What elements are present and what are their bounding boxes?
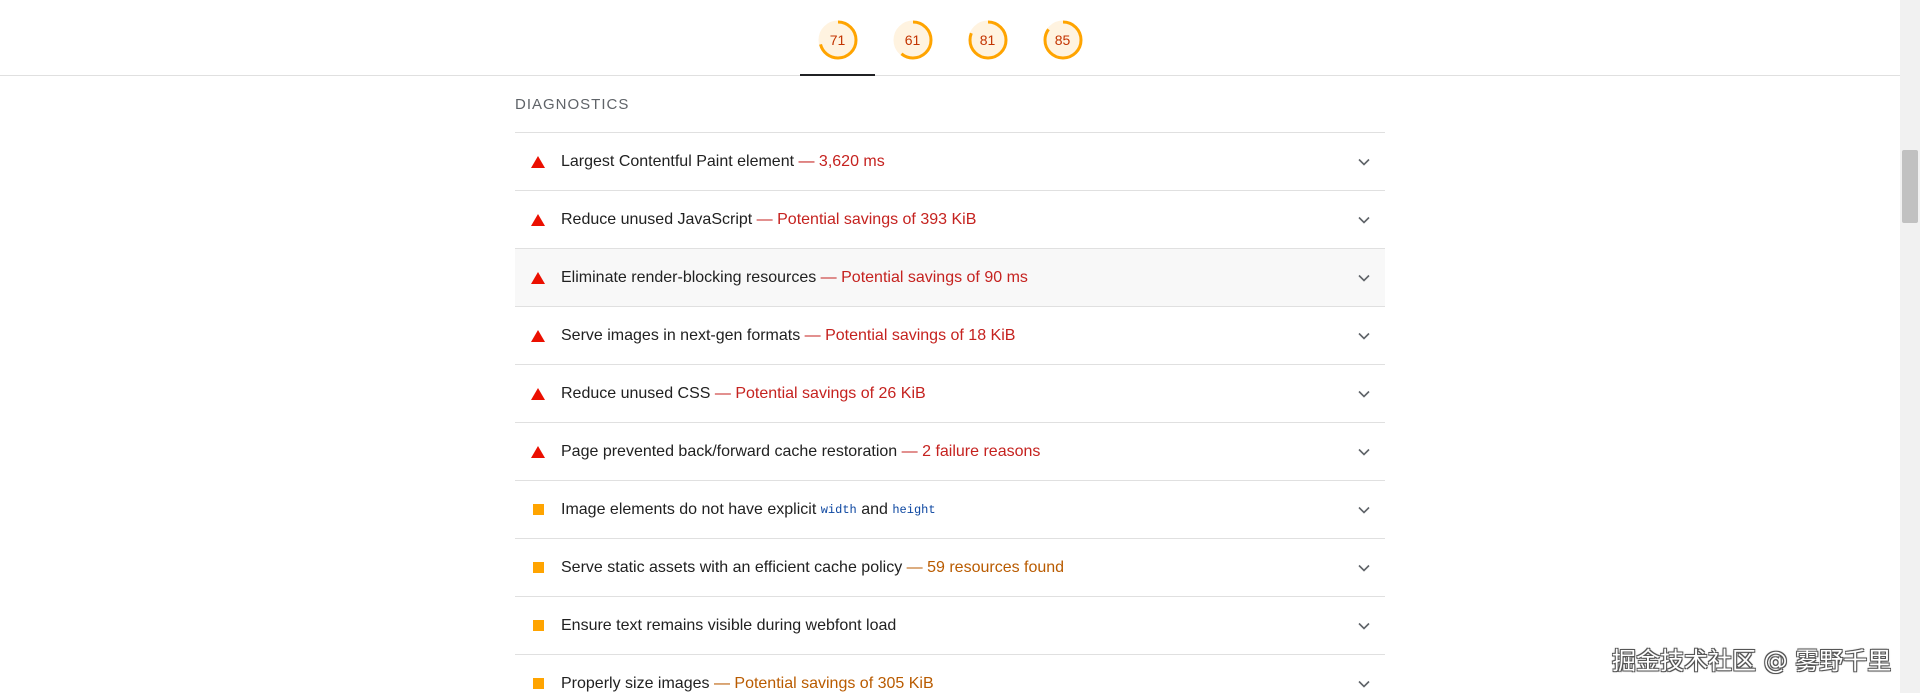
chevron-down-icon[interactable] bbox=[1357, 677, 1371, 691]
code-height: height bbox=[892, 502, 936, 517]
chevron-down-icon[interactable] bbox=[1357, 213, 1371, 227]
warning-triangle-icon bbox=[531, 445, 545, 459]
audit-title: Serve static assets with an efficient ca… bbox=[561, 558, 903, 576]
score-header: 71 61 81 85 bbox=[0, 0, 1900, 76]
audit-separator: — bbox=[897, 442, 923, 460]
warning-triangle-icon bbox=[531, 213, 545, 227]
watermark: 掘金技术社区 @ 雾野千里 bbox=[1612, 647, 1892, 675]
audit-item-cache-policy[interactable]: Serve static assets with an efficient ca… bbox=[515, 539, 1385, 597]
warning-triangle-icon bbox=[531, 155, 545, 169]
score-tab-2[interactable]: 61 bbox=[875, 0, 950, 75]
code-width: width bbox=[820, 502, 857, 517]
audit-title: Serve images in next-gen formats bbox=[561, 326, 801, 344]
score-value: 85 bbox=[1054, 32, 1071, 48]
audit-title: Properly size images bbox=[561, 674, 710, 692]
chevron-down-icon[interactable] bbox=[1357, 619, 1371, 633]
audit-item-font-display[interactable]: Ensure text remains visible during webfo… bbox=[515, 597, 1385, 655]
score-gauge: 81 bbox=[967, 19, 1009, 61]
scrollbar-thumb[interactable] bbox=[1902, 150, 1918, 223]
audit-item-unused-javascript[interactable]: Reduce unused JavaScript — Potential sav… bbox=[515, 191, 1385, 249]
audit-separator: — bbox=[752, 210, 778, 228]
average-square-icon bbox=[531, 677, 545, 691]
audit-title: Largest Contentful Paint element bbox=[561, 152, 795, 170]
audit-detail: 3,620 ms bbox=[818, 152, 885, 170]
score-gauges: 71 61 81 85 bbox=[800, 0, 1100, 76]
warning-triangle-icon bbox=[531, 329, 545, 343]
chevron-down-icon[interactable] bbox=[1357, 561, 1371, 575]
score-gauge: 61 bbox=[892, 19, 934, 61]
chevron-down-icon[interactable] bbox=[1357, 271, 1371, 285]
section-title: DIAGNOSTICS bbox=[515, 76, 1385, 133]
audit-detail: Potential savings of 26 KiB bbox=[735, 384, 926, 402]
warning-triangle-icon bbox=[531, 271, 545, 285]
audit-separator: — bbox=[800, 326, 826, 344]
chevron-down-icon[interactable] bbox=[1357, 387, 1371, 401]
audit-detail: Potential savings of 305 KiB bbox=[734, 674, 934, 692]
average-square-icon bbox=[531, 619, 545, 633]
page-scrollbar[interactable] bbox=[1900, 0, 1920, 693]
audit-item-bfcache[interactable]: Page prevented back/forward cache restor… bbox=[515, 423, 1385, 481]
average-square-icon bbox=[531, 503, 545, 517]
audit-detail: Potential savings of 90 ms bbox=[841, 268, 1028, 286]
audit-title: Reduce unused JavaScript bbox=[561, 210, 753, 228]
chevron-down-icon[interactable] bbox=[1357, 155, 1371, 169]
score-value: 71 bbox=[829, 32, 846, 48]
audit-detail: 2 failure reasons bbox=[922, 442, 1041, 460]
score-tab-3[interactable]: 81 bbox=[950, 0, 1025, 75]
audit-item-next-gen-images[interactable]: Serve images in next-gen formats — Poten… bbox=[515, 307, 1385, 365]
audit-title: Eliminate render-blocking resources bbox=[561, 268, 817, 286]
audit-detail: Potential savings of 18 KiB bbox=[825, 326, 1016, 344]
warning-triangle-icon bbox=[531, 387, 545, 401]
audit-separator: — bbox=[710, 384, 736, 402]
score-value: 81 bbox=[979, 32, 996, 48]
chevron-down-icon[interactable] bbox=[1357, 329, 1371, 343]
score-value: 61 bbox=[904, 32, 921, 48]
audit-separator: — bbox=[902, 558, 928, 576]
audit-item-lcp-element[interactable]: Largest Contentful Paint element — 3,620… bbox=[515, 133, 1385, 191]
score-tab-1[interactable]: 71 bbox=[800, 0, 875, 76]
average-square-icon bbox=[531, 561, 545, 575]
audit-item-render-blocking[interactable]: Eliminate render-blocking resources — Po… bbox=[515, 249, 1385, 307]
audit-detail: Potential savings of 393 KiB bbox=[777, 210, 977, 228]
diagnostics-section: DIAGNOSTICS Largest Contentful Paint ele… bbox=[515, 76, 1385, 693]
audit-separator: — bbox=[816, 268, 842, 286]
audit-title: Image elements do not have explicit bbox=[561, 500, 817, 518]
audit-item-unsized-images[interactable]: Image elements do not have explicit widt… bbox=[515, 481, 1385, 539]
score-gauge: 71 bbox=[817, 19, 859, 61]
score-gauge: 85 bbox=[1042, 19, 1084, 61]
score-tab-4[interactable]: 85 bbox=[1025, 0, 1100, 75]
chevron-down-icon[interactable] bbox=[1357, 503, 1371, 517]
audit-detail: 59 resources found bbox=[927, 558, 1065, 576]
audit-separator: — bbox=[709, 674, 735, 692]
audit-title-and: and bbox=[861, 500, 888, 518]
chevron-down-icon[interactable] bbox=[1357, 445, 1371, 459]
audit-title: Page prevented back/forward cache restor… bbox=[561, 442, 898, 460]
audit-separator: — bbox=[794, 152, 819, 170]
lighthouse-report: 71 61 81 85 DIAGNOSTICS Largest Contentf… bbox=[0, 0, 1920, 693]
audit-item-unused-css[interactable]: Reduce unused CSS — Potential savings of… bbox=[515, 365, 1385, 423]
audit-title: Ensure text remains visible during webfo… bbox=[561, 616, 897, 634]
audit-title: Reduce unused CSS bbox=[561, 384, 711, 402]
audit-item-properly-size-images[interactable]: Properly size images — Potential savings… bbox=[515, 655, 1385, 693]
